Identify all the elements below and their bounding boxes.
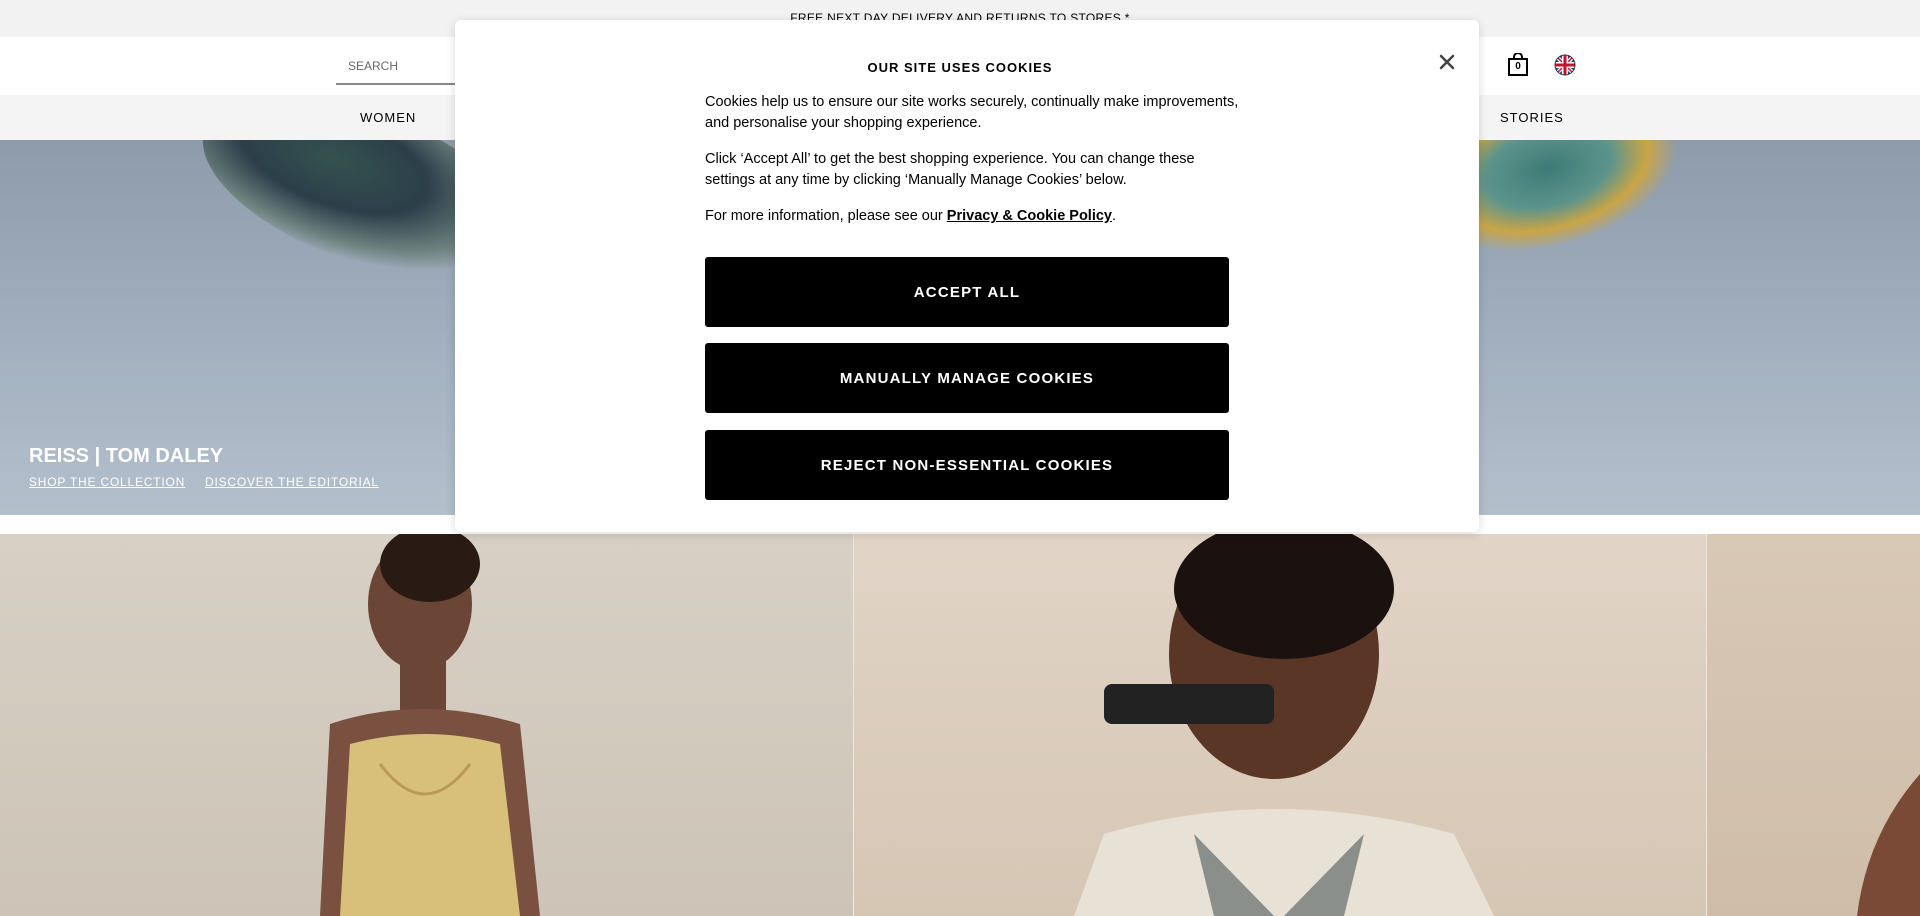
cookie-paragraph-3-suffix: . [1112,208,1117,224]
accept-all-button[interactable]: ACCEPT ALL [705,257,1229,327]
nav-item-stories[interactable]: STORIES [1500,110,1564,125]
cookie-paragraph-2: Click ‘Accept All’ to get the best shopp… [705,151,1195,188]
product-tile-men[interactable] [854,534,1706,916]
shop-collection-link[interactable]: SHOP THE COLLECTION [29,475,185,489]
product-tile-partial[interactable] [1707,534,1920,916]
bag-icon[interactable]: 0 [1507,52,1529,77]
discover-editorial-link[interactable]: DISCOVER THE EDITORIAL [205,475,379,489]
model-woman-image [320,534,540,916]
grid-divider [1706,534,1707,916]
hero-title: REISS | TOM DALEY [29,445,224,467]
cookie-paragraph-3: For more information, please see our Pri… [705,206,1245,227]
grid-divider [853,534,854,916]
privacy-policy-link[interactable]: Privacy & Cookie Policy [947,208,1112,224]
cookie-modal-body: Cookies help us to ensure our site works… [705,92,1245,242]
model-partial-image [1857,774,1920,916]
product-grid [0,534,1920,916]
nav-item-women[interactable]: WOMEN [360,110,416,125]
model-man-image [1074,534,1494,916]
cookie-paragraph-3-prefix: For more information, please see our [705,208,947,224]
reject-cookies-button[interactable]: REJECT NON-ESSENTIAL COOKIES [705,430,1229,500]
cookie-modal: OUR SITE USES COOKIES Cookies help us to… [455,20,1479,532]
bag-count: 0 [1515,61,1521,72]
cookie-paragraph-1: Cookies help us to ensure our site works… [705,94,1239,131]
cookie-modal-title: OUR SITE USES COOKIES [867,60,1053,75]
product-tile-women[interactable] [0,534,853,916]
uk-flag-icon[interactable] [1554,54,1576,76]
manage-cookies-button[interactable]: MANUALLY MANAGE COOKIES [705,343,1229,413]
